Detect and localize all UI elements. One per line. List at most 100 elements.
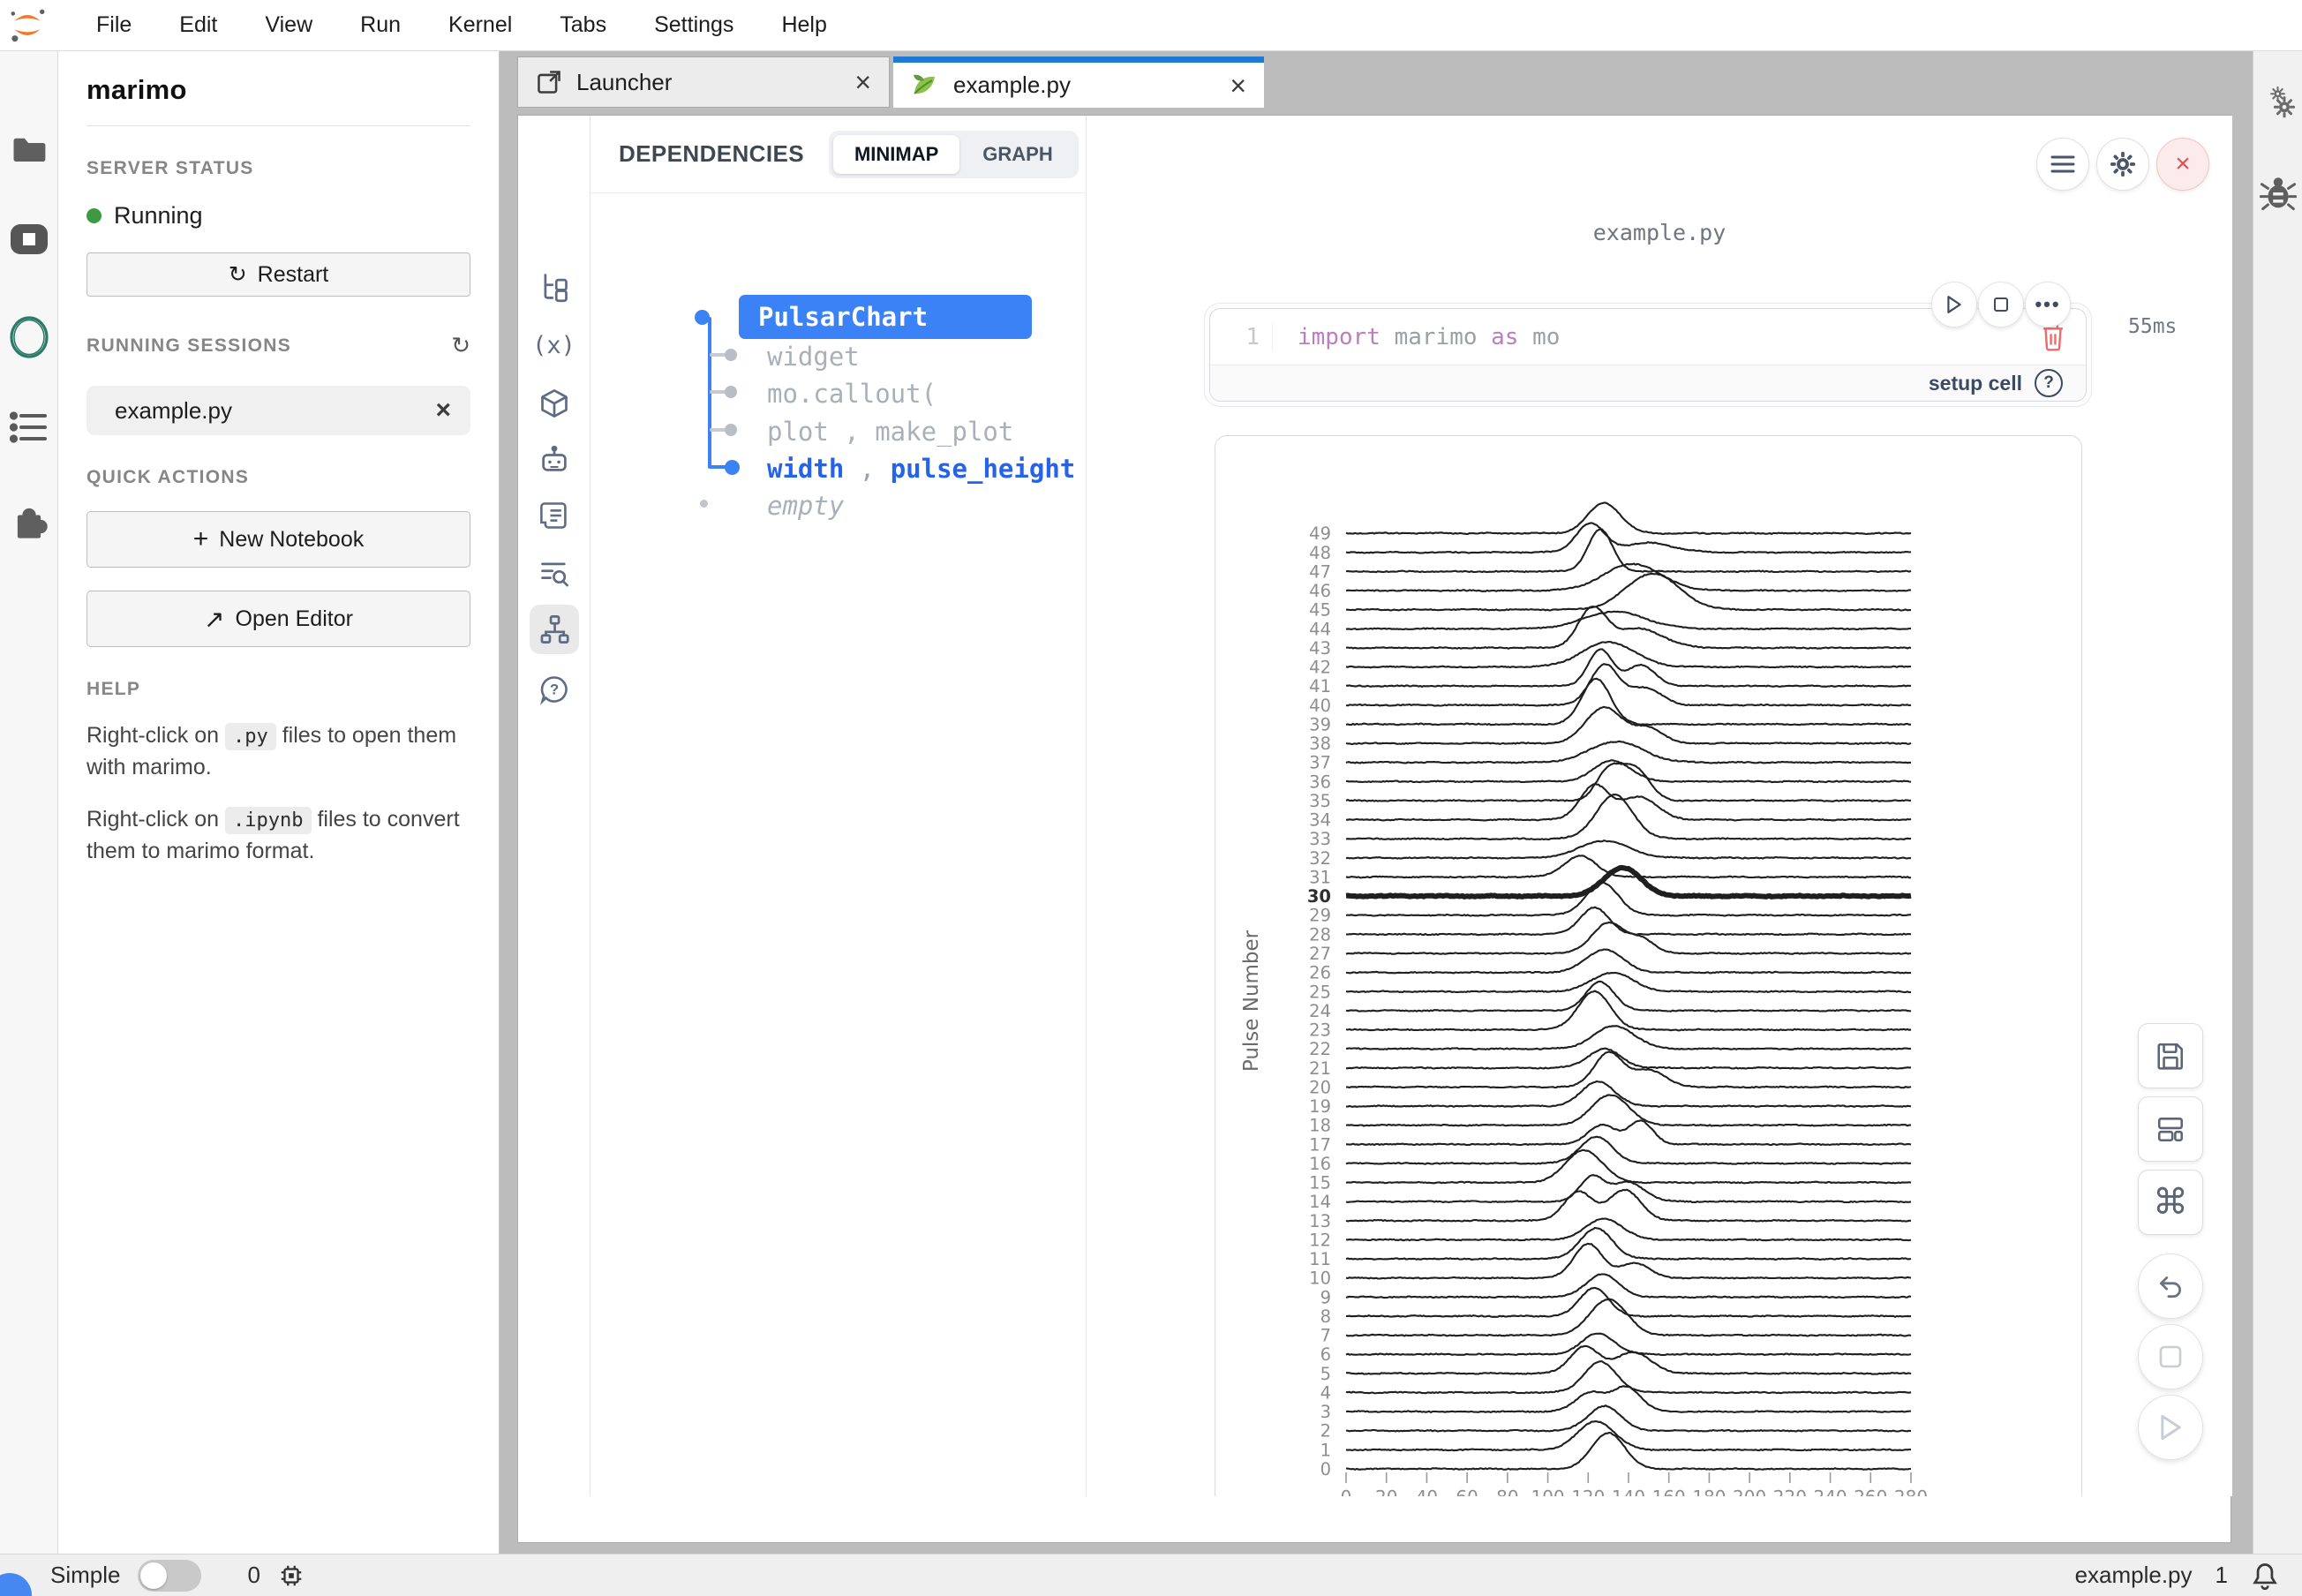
chart-output-cell[interactable]: Pulse Number4948474645444342414039383736… [1215,435,2082,1496]
svg-text:0: 0 [1341,1487,1352,1496]
setup-cell-label: setup cell [1929,372,2022,395]
menu-view[interactable]: View [241,12,336,38]
svg-text:29: 29 [1309,906,1331,926]
server-status-value: Running [114,202,203,230]
notebook-settings-button[interactable] [2096,138,2149,191]
close-session-icon[interactable]: × [435,397,451,424]
svg-text:48: 48 [1309,543,1331,563]
help-bubble-icon[interactable]: ? [530,665,579,714]
svg-text:39: 39 [1309,714,1331,734]
toggle-minimap[interactable]: MINIMAP [833,135,959,174]
interface-mode-label: Simple [50,1562,120,1589]
main-panel: (x) ? DEPENDENCIES [517,115,2231,1543]
svg-text:41: 41 [1309,676,1331,696]
notebook-shutdown-button[interactable]: × [2156,138,2209,191]
plus-icon: + [193,524,209,554]
dependencies-panel: DEPENDENCIES MINIMAP GRAPH × PulsarChart… [591,116,1085,1496]
tab-launcher[interactable]: Launcher × [517,56,890,108]
menu-tabs[interactable]: Tabs [536,12,630,38]
search-logs-icon[interactable] [530,548,579,598]
kernel-chip-icon[interactable] [278,1562,305,1589]
tree-item-widget[interactable]: widget [767,342,860,372]
running-kernels-icon[interactable] [9,221,49,258]
svg-text:18: 18 [1309,1116,1331,1136]
property-inspector-gears-icon[interactable] [2259,78,2298,122]
save-icon [2155,1041,2185,1071]
menu-file[interactable]: File [72,12,155,38]
svg-text:14: 14 [1309,1192,1331,1212]
svg-text:35: 35 [1309,791,1331,811]
file-browser-icon[interactable] [11,131,48,168]
svg-text:37: 37 [1309,753,1331,773]
menu-settings[interactable]: Settings [630,12,757,38]
cell-more-button[interactable]: ••• [2025,282,2071,327]
menu-edit[interactable]: Edit [155,12,241,38]
svg-text:60: 60 [1456,1487,1478,1496]
undo-button[interactable] [2138,1253,2203,1319]
leaf-icon [911,72,939,99]
svg-text:34: 34 [1309,810,1331,831]
dependency-tree-minimap: PulsarChart widget mo.callout( plot , ma… [591,193,1085,635]
table-of-contents-icon[interactable] [10,409,49,446]
interrupt-button[interactable] [2138,1324,2203,1389]
session-name: example.py [115,397,232,425]
open-editor-button[interactable]: ↗ Open Editor [87,591,470,647]
menu-bar: File Edit View Run Kernel Tabs Settings … [0,0,2302,51]
tree-item-callout[interactable]: mo.callout( [767,379,937,409]
py-extension-chip: .py [225,723,276,750]
debugger-bug-icon[interactable] [2260,173,2297,212]
svg-text:23: 23 [1309,1020,1331,1041]
tree-node-dot [695,310,710,325]
bell-icon[interactable] [2251,1561,2279,1591]
toggle-graph[interactable]: GRAPH [961,135,1073,174]
run-cell-button[interactable] [1931,282,1977,327]
svg-text:26: 26 [1309,963,1331,983]
layout-panels-button[interactable] [2138,1096,2203,1162]
dependencies-graph-icon[interactable] [530,605,579,654]
save-button[interactable] [2138,1023,2203,1088]
close-tab-icon[interactable]: × [1230,72,1246,100]
session-item[interactable]: example.py × [87,386,470,435]
command-palette-button[interactable]: ⌘ [2138,1170,2203,1235]
ipynb-extension-chip: .ipynb [225,807,311,834]
svg-text:140: 140 [1612,1487,1645,1496]
ai-assistant-robot-icon[interactable] [530,434,579,484]
menu-kernel[interactable]: Kernel [425,12,536,38]
svg-text:43: 43 [1309,638,1331,659]
svg-text:11: 11 [1309,1249,1331,1269]
svg-text:10: 10 [1309,1269,1331,1289]
tree-item-empty[interactable]: empty [767,491,844,521]
menu-run[interactable]: Run [336,12,425,38]
close-tab-icon[interactable]: × [854,68,871,96]
new-notebook-button[interactable]: + New Notebook [87,511,470,568]
notification-count: 1 [2215,1562,2228,1589]
stop-cell-button[interactable] [1978,282,2024,327]
menu-help[interactable]: Help [757,12,850,38]
setup-cell-help-icon[interactable]: ? [2035,369,2063,397]
tree-selected-cell[interactable]: PulsarChart [739,295,1032,339]
current-file-label[interactable]: example.py [2075,1562,2193,1589]
tree-item-plot[interactable]: plot , make_plot [767,417,1013,447]
svg-text:13: 13 [1309,1211,1331,1231]
jupyter-logo-icon [7,5,48,46]
refresh-sessions-icon[interactable]: ↻ [451,332,470,359]
restart-button[interactable]: ↻ Restart [87,252,470,297]
run-all-button[interactable] [2138,1395,2203,1460]
code-editor[interactable]: import marimo as mo [1272,324,2040,350]
svg-text:5: 5 [1320,1364,1331,1384]
extensions-puzzle-icon[interactable] [10,500,49,542]
file-tree-icon[interactable] [530,262,579,312]
packages-cube-icon[interactable] [530,379,579,428]
restart-icon: ↻ [229,261,247,288]
kernel-count: 0 [247,1562,260,1589]
variables-icon[interactable]: (x) [530,320,579,370]
svg-text:240: 240 [1813,1487,1847,1496]
logs-scroll-icon[interactable] [530,491,579,540]
tab-example-py[interactable]: example.py × [893,56,1264,108]
marimo-ring-icon[interactable] [7,314,51,360]
svg-text:15: 15 [1309,1173,1331,1193]
svg-text:8: 8 [1320,1306,1331,1327]
notebook-menu-button[interactable] [2036,138,2089,191]
gear-icon [2109,150,2137,178]
simple-mode-toggle[interactable] [138,1560,201,1592]
